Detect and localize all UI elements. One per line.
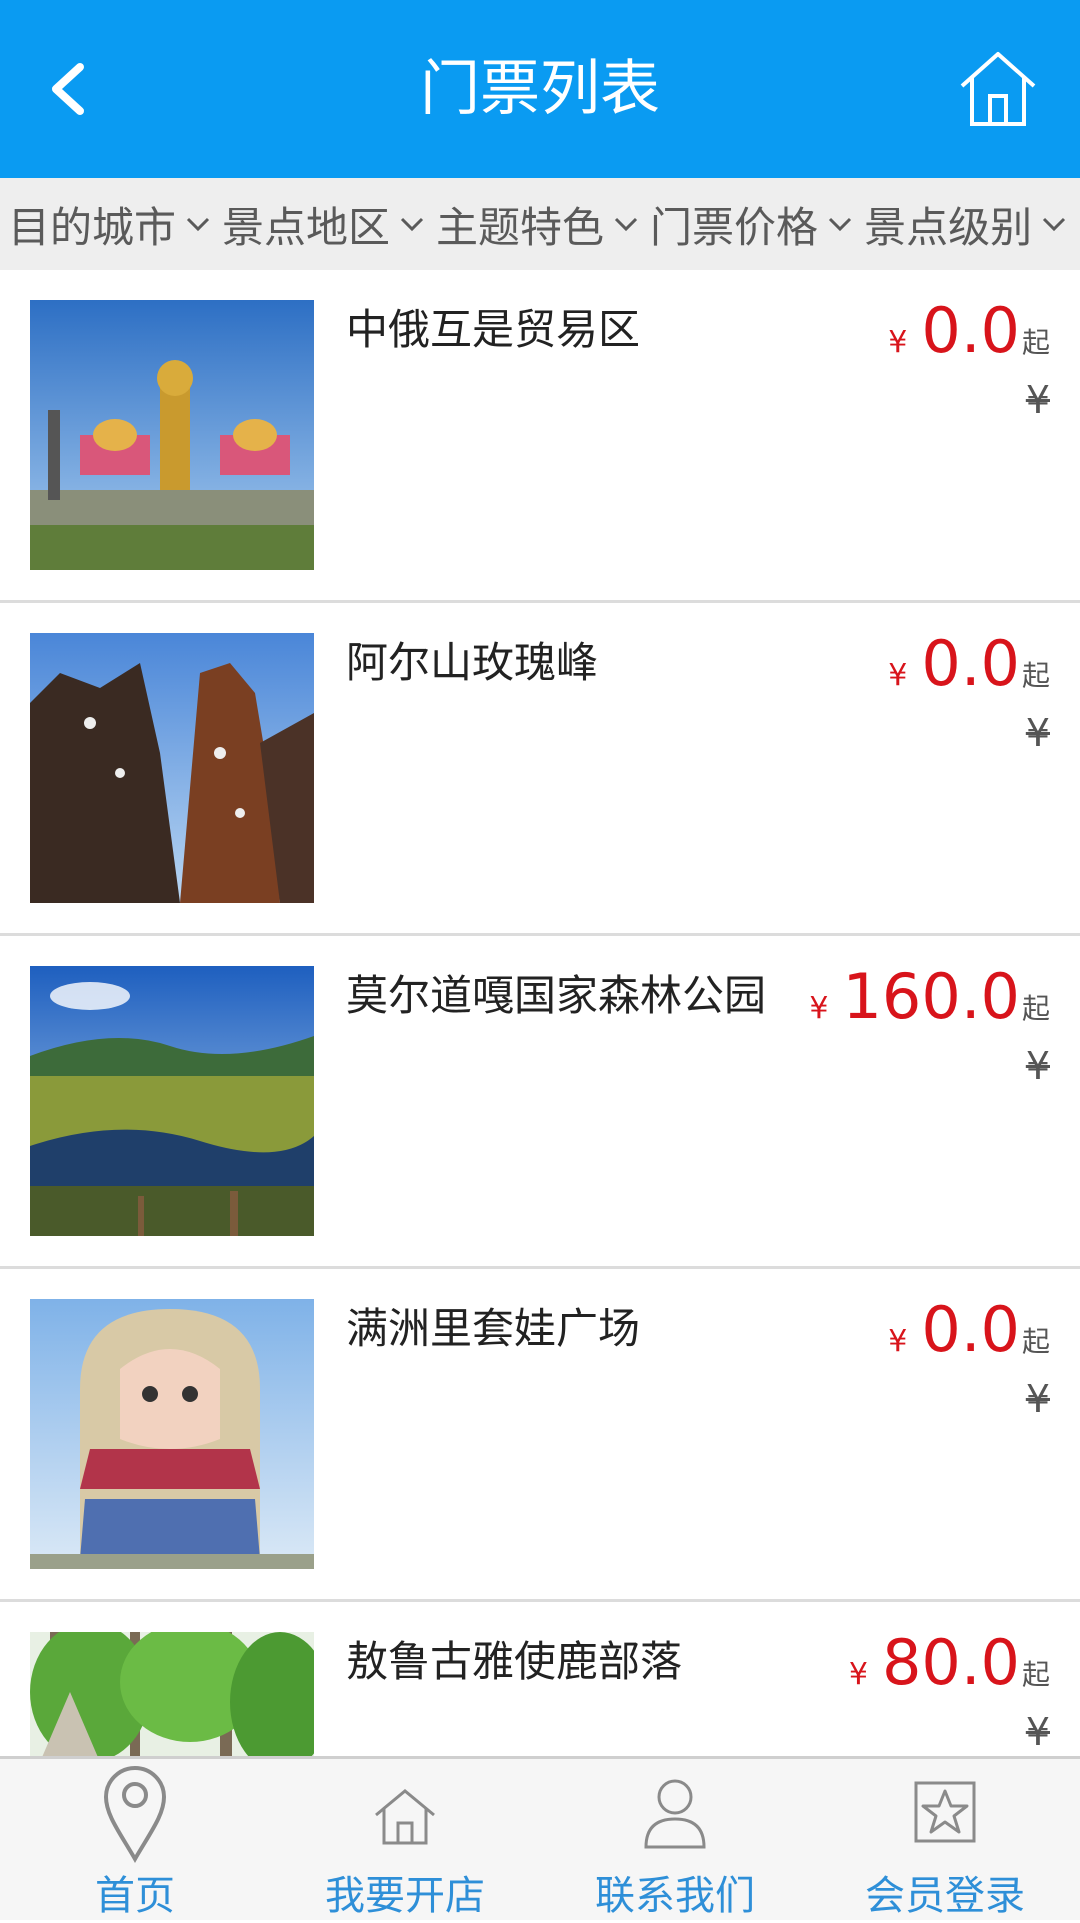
- filter-label: 主题特色: [436, 202, 605, 252]
- home-outline-icon: [375, 1789, 435, 1845]
- user-icon: [644, 1779, 706, 1849]
- currency-symbol: ¥: [848, 1657, 868, 1692]
- price-suffix: 起: [1021, 1658, 1050, 1691]
- price-value: 80.0: [881, 1626, 1020, 1699]
- original-price: ¥: [1025, 711, 1050, 755]
- filter-label: 景点级别: [864, 202, 1033, 252]
- ticket-list: 中俄互是贸易区 ¥ 0.0 起 ¥ 阿尔山玫瑰峰 ¥ 0.0 起 ¥ 莫尔道嘎国…: [0, 270, 1080, 1756]
- home-button[interactable]: [956, 46, 1040, 130]
- filter-scenic-level[interactable]: 景点级别: [864, 194, 1068, 255]
- list-item[interactable]: 阿尔山玫瑰峰 ¥ 0.0 起 ¥: [0, 603, 1080, 936]
- app-header: 门票列表: [0, 0, 1080, 178]
- price: ¥ 160.0 起: [809, 962, 1050, 1032]
- filter-label: 景点地区: [222, 202, 391, 252]
- scenic-name: 阿尔山玫瑰峰: [346, 638, 599, 687]
- original-price: ¥: [1025, 1377, 1050, 1421]
- filter-bar: 目的城市 景点地区 主题特色 门票价格 景点级别: [0, 178, 1080, 270]
- price-suffix: 起: [1021, 1325, 1050, 1358]
- price-suffix: 起: [1021, 992, 1050, 1025]
- price-suffix: 起: [1021, 326, 1050, 359]
- currency-symbol: ¥: [888, 658, 908, 693]
- price-value: 0.0: [921, 1293, 1020, 1366]
- price-value: 0.0: [921, 627, 1020, 700]
- tab-label: 联系我们: [595, 1873, 755, 1919]
- price: ¥ 80.0 起: [849, 1628, 1050, 1698]
- currency-symbol: ¥: [888, 1324, 908, 1359]
- filter-ticket-price[interactable]: 门票价格: [650, 194, 854, 255]
- list-item[interactable]: 莫尔道嘎国家森林公园 ¥ 160.0 起 ¥: [0, 936, 1080, 1269]
- scenic-name: 中俄互是贸易区: [346, 305, 641, 354]
- chevron-down-icon: [1043, 217, 1066, 232]
- tab-open-store[interactable]: 我要开店: [270, 1759, 540, 1923]
- star-icon: [914, 1781, 976, 1843]
- currency-symbol: ¥: [888, 325, 908, 360]
- scenic-thumbnail: [30, 300, 314, 570]
- tab-member-login[interactable]: 会员登录: [810, 1759, 1080, 1923]
- tab-contact-us[interactable]: 联系我们: [540, 1759, 810, 1923]
- home-icon: [960, 52, 1036, 126]
- scenic-thumbnail: [30, 633, 314, 903]
- page-title: 门票列表: [420, 54, 660, 124]
- chevron-down-icon: [400, 217, 424, 232]
- filter-scenic-region[interactable]: 景点地区: [222, 194, 426, 255]
- map-pin-icon: [103, 1766, 167, 1863]
- chevron-down-icon: [829, 217, 852, 232]
- filter-label: 门票价格: [650, 202, 819, 252]
- price: ¥ 0.0 起: [888, 629, 1050, 699]
- filter-destination-city[interactable]: 目的城市: [8, 194, 212, 255]
- scenic-name: 满洲里套娃广场: [346, 1304, 641, 1353]
- scenic-thumbnail: [30, 1299, 314, 1569]
- filter-theme[interactable]: 主题特色: [436, 194, 640, 255]
- bottom-tab-bar: 首页 我要开店 联系我们 会员登录: [0, 1756, 1080, 1920]
- scenic-name: 敖鲁古雅使鹿部落: [346, 1637, 683, 1686]
- list-item[interactable]: 满洲里套娃广场 ¥ 0.0 起 ¥: [0, 1269, 1080, 1602]
- currency-symbol: ¥: [809, 991, 829, 1026]
- tab-label: 我要开店: [325, 1873, 485, 1919]
- chevron-down-icon: [614, 217, 638, 232]
- original-price: ¥: [1025, 378, 1050, 422]
- scenic-thumbnail: [30, 966, 314, 1236]
- scenic-name: 莫尔道嘎国家森林公园: [346, 971, 767, 1020]
- tab-home[interactable]: 首页: [0, 1759, 270, 1923]
- original-price: ¥: [1025, 1044, 1050, 1088]
- price-value: 0.0: [921, 294, 1020, 367]
- list-item[interactable]: 敖鲁古雅使鹿部落 ¥ 80.0 起 ¥: [0, 1602, 1080, 1756]
- chevron-down-icon: [186, 217, 210, 232]
- price: ¥ 0.0 起: [888, 1295, 1050, 1365]
- original-price: ¥: [1025, 1710, 1050, 1754]
- tab-label: 首页: [95, 1873, 175, 1919]
- price: ¥ 0.0 起: [888, 296, 1050, 366]
- price-suffix: 起: [1021, 659, 1050, 692]
- filter-label: 目的城市: [8, 202, 177, 252]
- price-value: 160.0: [842, 960, 1020, 1033]
- tab-label: 会员登录: [865, 1873, 1025, 1919]
- list-item[interactable]: 中俄互是贸易区 ¥ 0.0 起 ¥: [0, 270, 1080, 603]
- scenic-thumbnail: [30, 1632, 314, 1756]
